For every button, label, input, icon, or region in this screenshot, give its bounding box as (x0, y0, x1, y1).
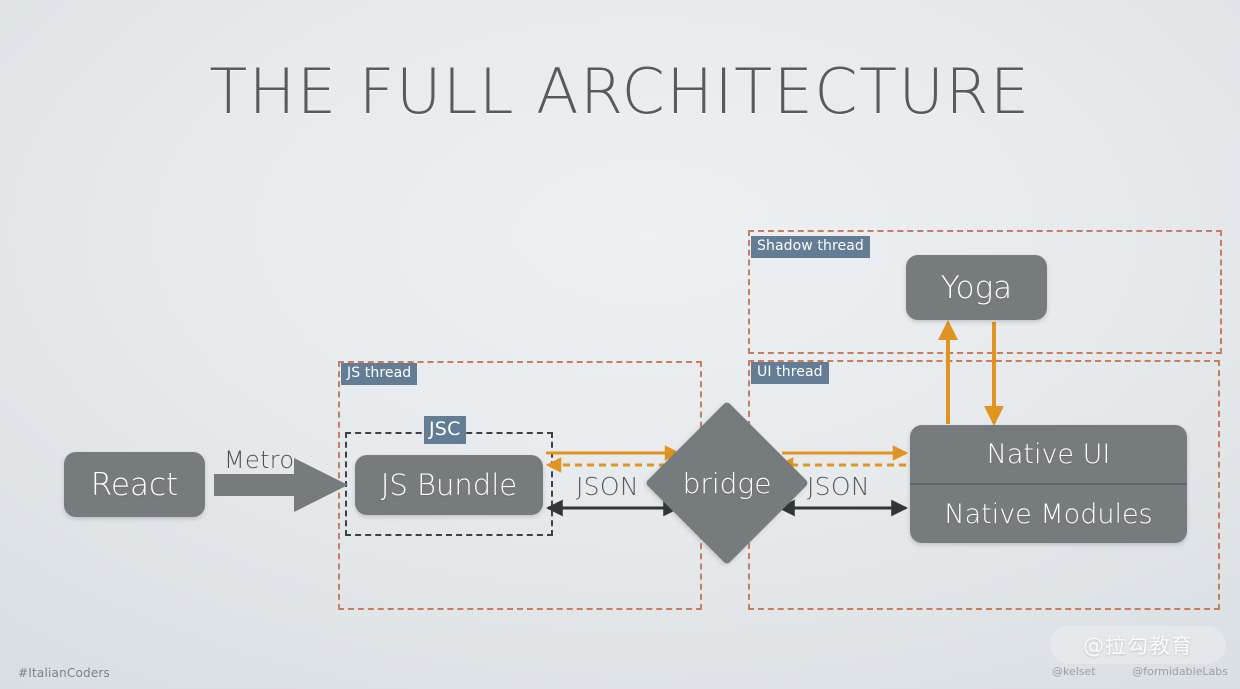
hashtag-italiancoders: #ItalianCoders (18, 666, 110, 680)
edge-label-json-left: JSON (576, 472, 639, 501)
node-yoga[interactable]: Yoga (906, 255, 1047, 320)
node-yoga-label: Yoga (940, 269, 1013, 306)
page-title: THE FULL ARCHITECTURE (209, 55, 1031, 128)
watermark-badge: @拉勾教育 (1050, 626, 1226, 664)
social-handles: @kelset @formidableLabs (1052, 665, 1228, 678)
region-label-shadow-thread: Shadow thread (751, 236, 870, 258)
node-bridge[interactable]: bridge (644, 400, 810, 566)
group-label-jsc: JSC (424, 416, 466, 444)
node-react[interactable]: React (64, 452, 205, 517)
node-js-bundle[interactable]: JS Bundle (355, 455, 543, 515)
node-native-ui-label: Native UI (986, 438, 1111, 470)
node-native-ui[interactable]: Native UI (910, 425, 1187, 485)
region-label-js-thread: JS thread (341, 363, 418, 385)
edge-label-metro: Metro (224, 446, 295, 474)
node-native-modules[interactable]: Native Modules (910, 485, 1187, 543)
handle-kelset: @kelset (1052, 665, 1096, 678)
handle-formidablelabs: @formidableLabs (1132, 665, 1228, 678)
edge-label-json-right: JSON (807, 472, 870, 501)
node-native-stack[interactable]: Native UI Native Modules (910, 425, 1187, 543)
node-react-label: React (90, 466, 179, 503)
slide-canvas: THE FULL ARCHITECTURE JS thread Shadow t… (0, 0, 1240, 689)
node-bridge-label: bridge (682, 466, 772, 500)
node-native-modules-label: Native Modules (944, 498, 1153, 530)
node-js-bundle-label: JS Bundle (380, 468, 518, 502)
watermark-label: @拉勾教育 (1083, 634, 1193, 658)
region-label-ui-thread: UI thread (751, 362, 829, 384)
